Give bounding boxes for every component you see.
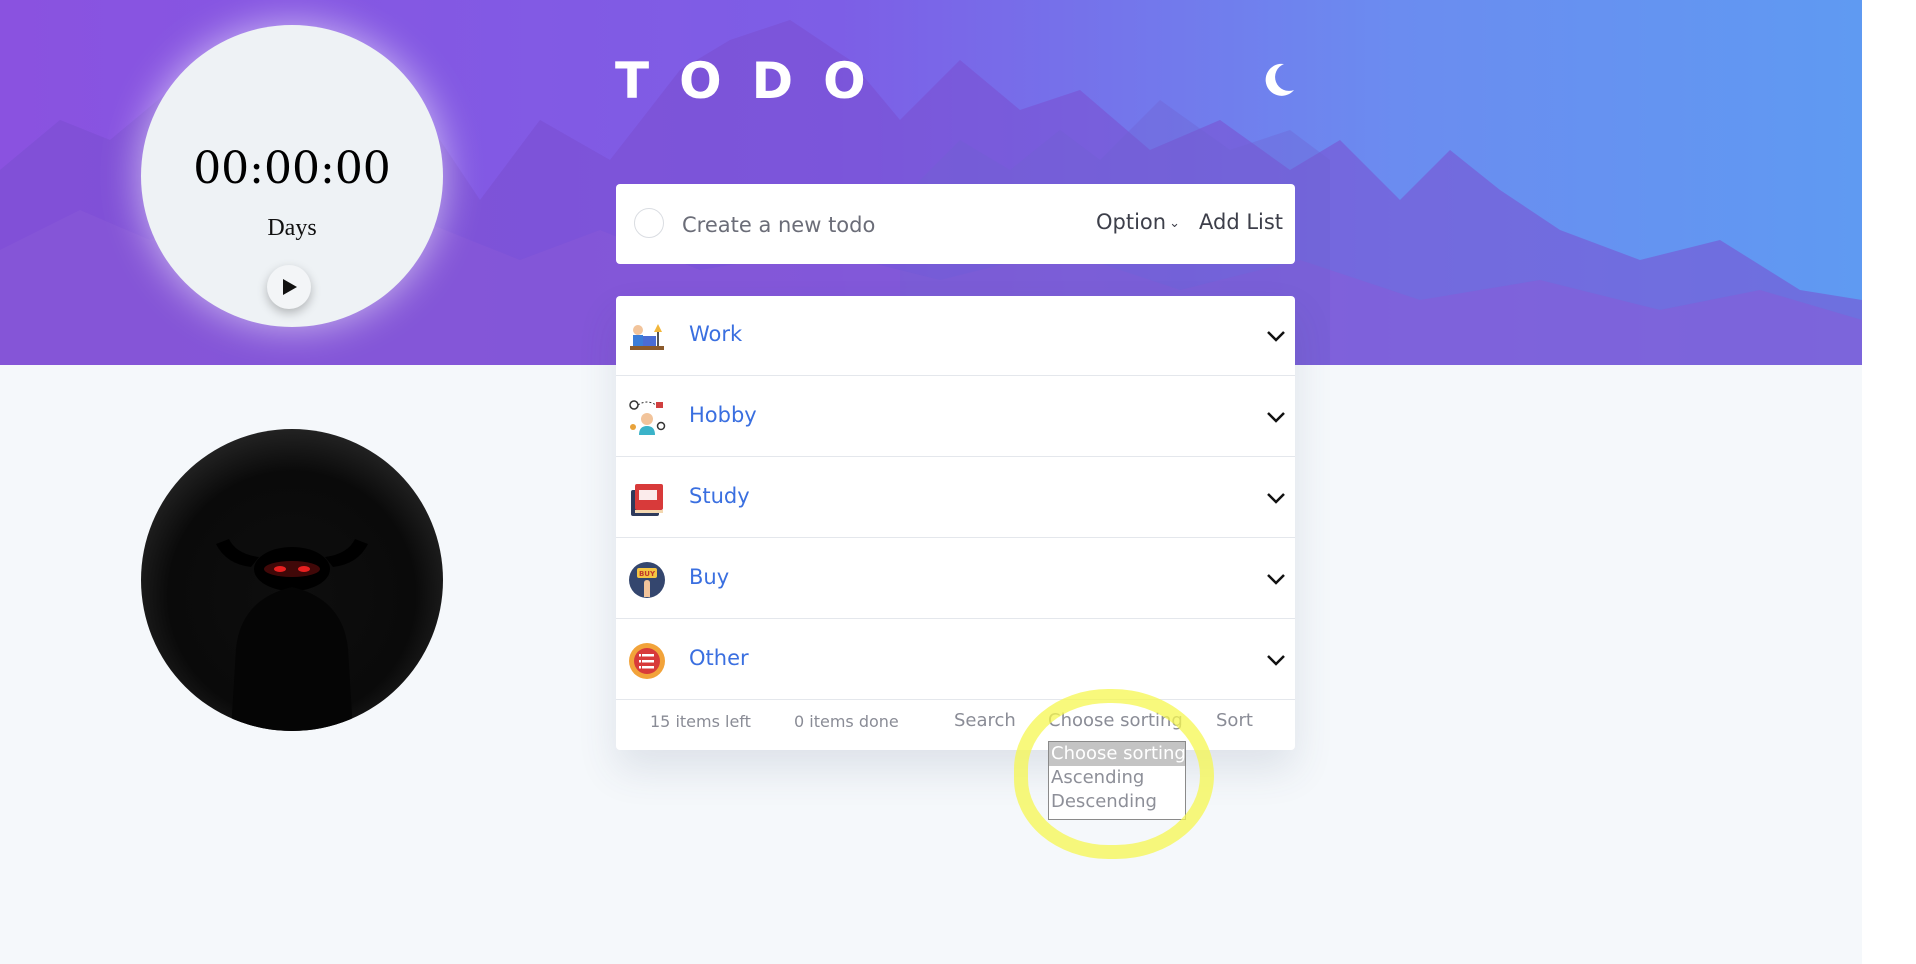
category-label: Other (689, 646, 749, 670)
category-label: Hobby (689, 403, 757, 427)
new-todo-bar: Option⌄ Add List (616, 184, 1295, 264)
chevron-down-icon[interactable] (1266, 492, 1286, 504)
sort-options-list: Choose sorting Ascending Descending (1048, 741, 1186, 820)
add-list-button[interactable]: Add List (1199, 210, 1283, 234)
timer-widget: 00:00:00 Days (141, 25, 443, 327)
sort-select[interactable]: Choose sorting (1048, 710, 1183, 731)
category-item-other[interactable]: Other (616, 620, 1295, 700)
sort-option-descending[interactable]: Descending (1049, 790, 1185, 814)
category-list: Work Hobby Study BUY Buy Other 15 items … (616, 296, 1295, 750)
timer-unit-label: Days (267, 215, 317, 241)
buy-badge-text: BUY (639, 570, 656, 578)
work-icon (630, 324, 664, 350)
chevron-down-icon: ⌄ (1169, 216, 1180, 231)
chevron-down-icon[interactable] (1266, 330, 1286, 342)
category-label: Work (689, 322, 743, 346)
play-icon (283, 279, 297, 295)
category-item-hobby[interactable]: Hobby (616, 377, 1295, 457)
chevron-down-icon[interactable] (1266, 573, 1286, 585)
app-title: TODO (615, 52, 896, 110)
category-label: Study (689, 484, 750, 508)
items-done-count: 0 items done (794, 712, 899, 731)
moon-icon[interactable] (1258, 60, 1298, 100)
search-button[interactable]: Search (954, 710, 1016, 731)
buy-icon: BUY (629, 562, 665, 598)
hobby-icon (629, 400, 666, 435)
option-dropdown[interactable]: Option ⌄ (1096, 210, 1180, 234)
study-icon (631, 484, 663, 516)
chevron-down-icon[interactable] (1266, 654, 1286, 666)
play-button[interactable] (267, 265, 311, 309)
sort-option-choose[interactable]: Choose sorting (1049, 742, 1186, 766)
chevron-down-icon[interactable] (1266, 411, 1286, 423)
category-item-buy[interactable]: BUY Buy (616, 539, 1295, 619)
category-label: Buy (689, 565, 730, 589)
timer-display: 00:00:00 (193, 143, 391, 194)
sort-option-ascending[interactable]: Ascending (1049, 766, 1185, 790)
category-item-work[interactable]: Work (616, 296, 1295, 376)
list-footer: 15 items left 0 items done Search Choose… (616, 702, 1295, 750)
avatar-image (216, 539, 368, 731)
new-todo-input[interactable] (680, 204, 1084, 246)
other-icon (629, 643, 665, 679)
avatar (141, 429, 443, 731)
category-item-study[interactable]: Study (616, 458, 1295, 538)
new-todo-check[interactable] (634, 208, 664, 238)
items-left-count: 15 items left (650, 712, 751, 731)
sort-button[interactable]: Sort (1216, 710, 1253, 731)
option-label: Option (1096, 210, 1167, 234)
